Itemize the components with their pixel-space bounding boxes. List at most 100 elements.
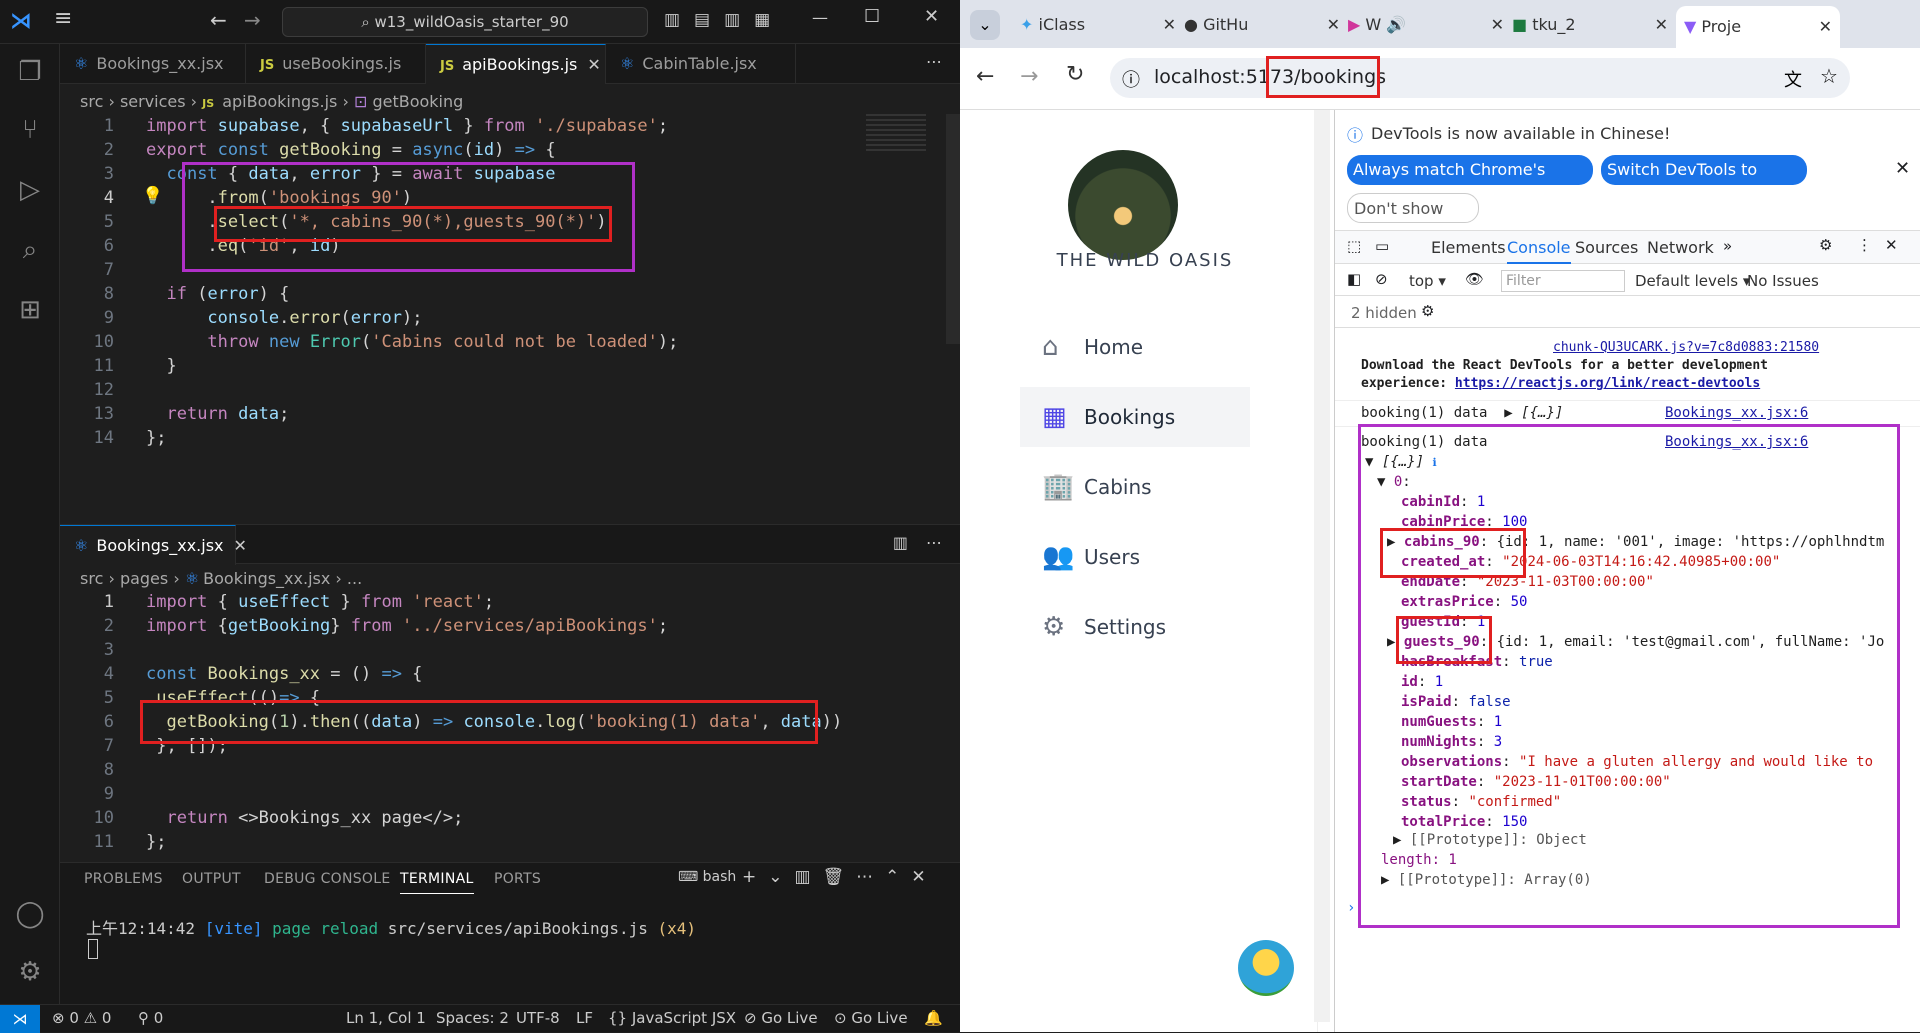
nav-cabins[interactable]: 🏢 Cabins	[1020, 457, 1250, 517]
tab-ports[interactable]: PORTS	[494, 871, 541, 887]
tab-terminal[interactable]: TERMINAL	[400, 871, 474, 894]
back-icon[interactable]: ←	[976, 64, 994, 89]
go-live-1[interactable]: ⊘ Go Live	[744, 1009, 818, 1027]
browser-tab-2[interactable]: ● GitHu ✕	[1184, 10, 1348, 40]
issues-count[interactable]: No Issues	[1747, 272, 1819, 290]
site-info-icon[interactable]: ⓘ	[1122, 66, 1140, 92]
console-prompt[interactable]: ›	[1347, 900, 1355, 916]
more-actions-icon[interactable]: ⋯	[926, 533, 942, 552]
command-search[interactable]: ⌕ w13_wildOasis_starter_90	[282, 7, 648, 37]
levels-select[interactable]: Default levels ▾	[1635, 272, 1750, 290]
tab-problems[interactable]: PROBLEMS	[84, 871, 163, 887]
terminal-shell[interactable]: ⌨ bash	[678, 869, 736, 885]
close-notice-icon[interactable]: ✕	[1895, 158, 1910, 179]
browser-tab-active[interactable]: ▼ Proje ✕	[1676, 6, 1840, 48]
extensions-icon[interactable]: ⊞	[12, 292, 48, 328]
eol[interactable]: LF	[576, 1009, 593, 1027]
nav-settings[interactable]: ⚙ Settings	[1020, 597, 1250, 657]
scrollbar[interactable]	[1314, 110, 1330, 1022]
nav-home[interactable]: ⌂ Home	[1020, 317, 1250, 377]
switch-chinese-button[interactable]: Switch DevTools to Chinese	[1601, 155, 1807, 209]
more-tabs-icon[interactable]: »	[1723, 237, 1732, 255]
source-link[interactable]: chunk-QU3UCARK.js?v=7c8d0883:21580	[1553, 340, 1819, 355]
language-mode[interactable]: {} JavaScript JSX	[608, 1009, 736, 1027]
close-icon[interactable]: ✕	[924, 6, 939, 27]
minimize-icon[interactable]: —	[812, 8, 828, 27]
close-tab-icon[interactable]: ✕	[234, 536, 247, 555]
match-language-button[interactable]: Always match Chrome's language	[1347, 155, 1593, 209]
problems-count[interactable]: ⊗ 0 ⚠ 0	[52, 1009, 111, 1027]
indentation[interactable]: Spaces: 2	[436, 1009, 509, 1027]
forward-arrow-icon[interactable]: →	[244, 8, 261, 32]
log-source-link[interactable]: Bookings_xx.jsx:6	[1665, 405, 1808, 421]
tab-output[interactable]: OUTPUT	[182, 871, 241, 887]
sidebar-toggle-icon[interactable]: ◧	[1347, 270, 1361, 288]
forward-icon[interactable]: →	[1020, 64, 1038, 89]
bell-icon[interactable]: 🔔	[924, 1009, 943, 1027]
highlight-red-box	[1266, 56, 1380, 98]
device-icon[interactable]: ▭	[1375, 237, 1389, 255]
source-control-icon[interactable]: ⑂	[12, 112, 48, 148]
explorer-icon[interactable]: ❐	[12, 54, 48, 90]
console-settings-icon[interactable]: ⚙	[1421, 302, 1434, 320]
tab-bookings-xx[interactable]: ⚛ Bookings_xx.jsx	[60, 44, 246, 84]
console-message: experience: https://reactjs.org/link/rea…	[1361, 376, 1761, 391]
dont-show-again-button[interactable]: Don't show again	[1347, 193, 1479, 248]
close-devtools-icon[interactable]: ✕	[1885, 236, 1898, 254]
more-actions-icon[interactable]: ⋯	[926, 52, 942, 71]
inspect-icon[interactable]: ⬚	[1347, 237, 1361, 255]
status-bar: ⋊ ⊗ 0 ⚠ 0 ⚲ 0 Ln 1, Col 1 Spaces: 2 UTF-…	[0, 1004, 960, 1033]
panel-actions[interactable]: +⌄▥🗑⋯⌃✕	[742, 867, 938, 887]
tab-usebookings[interactable]: JS useBookings.js	[246, 44, 426, 84]
gear-icon[interactable]: ⚙	[12, 954, 48, 990]
eye-icon[interactable]: 👁	[1465, 270, 1484, 288]
tab-cabintable[interactable]: ⚛ CabinTable.jsx	[606, 44, 796, 84]
menu-icon[interactable]: ≡	[54, 6, 72, 31]
kebab-icon[interactable]: ⋮	[1857, 236, 1872, 254]
tab-debug-console[interactable]: DEBUG CONSOLE	[264, 871, 391, 887]
go-live-2[interactable]: ⊙ Go Live	[834, 1009, 908, 1027]
clear-console-icon[interactable]: ⊘	[1375, 270, 1388, 288]
url-bar[interactable]: ⓘ localhost:5173/bookings 文 ☆	[1110, 58, 1850, 98]
encoding[interactable]: UTF-8	[516, 1009, 560, 1027]
tab-network[interactable]: Network	[1647, 238, 1714, 257]
tab-elements[interactable]: Elements	[1431, 238, 1506, 257]
nav-bookings[interactable]: ▦ Bookings	[1020, 387, 1250, 447]
close-tab-icon[interactable]: ✕	[587, 55, 600, 74]
react-devtools-link[interactable]: https://reactjs.org/link/react-devtools	[1455, 376, 1760, 391]
layout-icons[interactable]: ▥▤▥▦	[664, 10, 784, 30]
tab-apibookings[interactable]: JS apiBookings.js ✕	[426, 44, 606, 84]
back-arrow-icon[interactable]: ←	[210, 8, 227, 32]
highlight-purple-box	[1358, 424, 1900, 928]
filter-input[interactable]: Filter	[1501, 270, 1625, 292]
hidden-count: 2 hidden	[1351, 304, 1417, 322]
remote-icon[interactable]: ⋊	[0, 1005, 40, 1033]
browser-tabstrip: ⌄ ✦ iClass ✕ ● GitHu ✕ ▶ W 🔊 ✕ ■ tku_2 ✕ ▼ P…	[960, 0, 1920, 48]
nav-users[interactable]: 👥 Users	[1020, 527, 1250, 587]
log-row-collapsed[interactable]: booking(1) data ▶ [{…}]	[1361, 405, 1563, 421]
vscode-titlebar: ⋊ ≡ ← → ⌕ w13_wildOasis_starter_90 ▥▤▥▦ …	[0, 0, 960, 44]
address-bar-row: ← → ↻ ⓘ localhost:5173/bookings 文 ☆ ♫	[960, 48, 1920, 110]
tab-console[interactable]: Console	[1507, 238, 1571, 264]
context-select[interactable]: top ▾	[1409, 272, 1446, 290]
ports-count[interactable]: ⚲ 0	[138, 1009, 163, 1027]
cursor-position[interactable]: Ln 1, Col 1	[346, 1009, 426, 1027]
browser-tab-4[interactable]: ■ tku_2 ✕	[1512, 10, 1676, 40]
browser-tab-3[interactable]: ▶ W 🔊 ✕	[1348, 10, 1512, 40]
split-editor-icon[interactable]: ▥	[893, 533, 908, 552]
run-debug-icon[interactable]: ▷	[12, 172, 48, 208]
bookmark-star-icon[interactable]: ☆	[1820, 64, 1838, 88]
reload-icon[interactable]: ↻	[1066, 62, 1084, 87]
account-icon[interactable]: ◯	[12, 896, 48, 932]
devtools-settings-icon[interactable]: ⚙	[1819, 236, 1832, 254]
search-icon[interactable]: ⌕	[12, 232, 48, 268]
floating-beach-icon[interactable]	[1238, 940, 1294, 996]
react-icon: ⚛	[184, 569, 200, 588]
tab-sources[interactable]: Sources	[1575, 238, 1638, 257]
maximize-icon[interactable]: ☐	[864, 6, 880, 27]
scrollbar[interactable]	[946, 114, 960, 344]
translate-icon[interactable]: 文	[1784, 66, 1802, 92]
browser-tab-1[interactable]: ✦ iClass ✕	[1020, 10, 1184, 40]
tab-bookings-xx-bottom[interactable]: ⚛ Bookings_xx.jsx ✕	[60, 525, 247, 565]
tab-search-icon[interactable]: ⌄	[970, 10, 1000, 40]
